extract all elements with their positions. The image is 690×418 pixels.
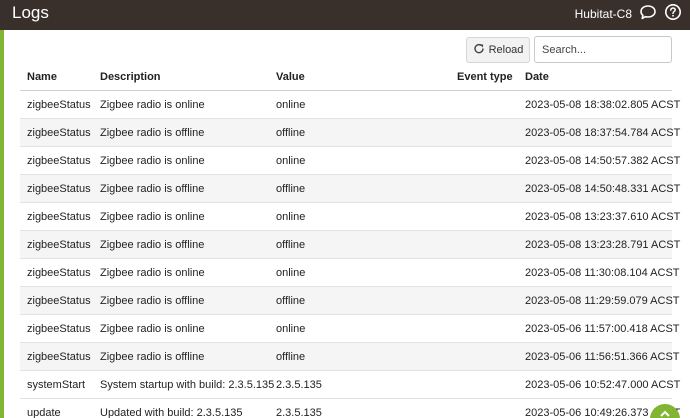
table-row[interactable]: zigbeeStatus Zigbee radio is offline off… bbox=[20, 119, 680, 147]
cell-date: 2023-05-06 11:56:51.366 ACST bbox=[525, 351, 680, 363]
cell-description: Zigbee radio is online bbox=[100, 211, 205, 223]
help-icon[interactable] bbox=[664, 3, 682, 21]
cell-name: zigbeeStatus bbox=[27, 323, 91, 335]
cell-description: Zigbee radio is offline bbox=[100, 239, 205, 251]
cell-date: 2023-05-08 13:23:37.610 ACST bbox=[525, 211, 681, 223]
cell-value: online bbox=[276, 211, 306, 223]
chat-bubble-icon[interactable] bbox=[639, 3, 657, 21]
table-row[interactable]: zigbeeStatus Zigbee radio is online onli… bbox=[20, 203, 680, 231]
cell-date: 2023-05-08 18:37:54.784 ACST bbox=[525, 127, 681, 139]
cell-value: offline bbox=[276, 127, 306, 139]
top-bar: Logs Hubitat-C8 bbox=[0, 0, 690, 30]
table-row[interactable]: systemStart System startup with build: 2… bbox=[20, 371, 680, 399]
cell-description: Zigbee radio is offline bbox=[100, 351, 205, 363]
table-row[interactable]: zigbeeStatus Zigbee radio is offline off… bbox=[20, 231, 680, 259]
cell-name: systemStart bbox=[27, 379, 86, 391]
column-header-date[interactable]: Date bbox=[525, 71, 549, 83]
column-header-name[interactable]: Name bbox=[27, 71, 57, 83]
cell-value: 2.3.5.135 bbox=[276, 407, 322, 418]
reload-button[interactable]: Reload bbox=[466, 37, 530, 63]
chevron-up-icon bbox=[659, 407, 671, 418]
cell-value: online bbox=[276, 267, 306, 279]
cell-description: Zigbee radio is offline bbox=[100, 183, 205, 195]
cell-name: zigbeeStatus bbox=[27, 239, 91, 251]
table-row[interactable]: zigbeeStatus Zigbee radio is offline off… bbox=[20, 287, 680, 315]
cell-name: zigbeeStatus bbox=[27, 99, 91, 111]
cell-value: online bbox=[276, 99, 306, 111]
cell-date: 2023-05-08 11:29:59.079 ACST bbox=[525, 295, 680, 307]
table-row[interactable]: update Updated with build: 2.3.5.135 2.3… bbox=[20, 399, 680, 418]
page-title: Logs bbox=[12, 3, 49, 22]
cell-date: 2023-05-08 18:38:02.805 ACST bbox=[525, 99, 681, 111]
table-row[interactable]: zigbeeStatus Zigbee radio is offline off… bbox=[20, 343, 680, 371]
table-row[interactable]: zigbeeStatus Zigbee radio is online onli… bbox=[20, 315, 680, 343]
cell-value: offline bbox=[276, 239, 306, 251]
cell-date: 2023-05-08 13:23:28.791 ACST bbox=[525, 239, 681, 251]
cell-name: zigbeeStatus bbox=[27, 155, 91, 167]
cell-date: 2023-05-08 11:30:08.104 ACST bbox=[525, 267, 680, 279]
cell-name: zigbeeStatus bbox=[27, 295, 91, 307]
cell-description: Zigbee radio is online bbox=[100, 323, 205, 335]
cell-description: Updated with build: 2.3.5.135 bbox=[100, 407, 243, 418]
cell-description: Zigbee radio is offline bbox=[100, 295, 205, 307]
cell-value: offline bbox=[276, 351, 306, 363]
column-header-event-type[interactable]: Event type bbox=[457, 71, 513, 83]
cell-name: zigbeeStatus bbox=[27, 267, 91, 279]
column-header-value[interactable]: Value bbox=[276, 71, 305, 83]
search-input[interactable] bbox=[534, 36, 672, 63]
cell-name: zigbeeStatus bbox=[27, 351, 91, 363]
column-header-description[interactable]: Description bbox=[100, 71, 161, 83]
cell-date: 2023-05-08 14:50:57.382 ACST bbox=[525, 155, 681, 167]
cell-description: Zigbee radio is offline bbox=[100, 127, 205, 139]
cell-value: 2.3.5.135 bbox=[276, 379, 322, 391]
cell-value: online bbox=[276, 155, 306, 167]
cell-description: Zigbee radio is online bbox=[100, 99, 205, 111]
table-header: Name Description Value Event type Date bbox=[20, 64, 672, 91]
cell-description: System startup with build: 2.3.5.135 bbox=[100, 379, 275, 391]
cell-value: offline bbox=[276, 183, 306, 195]
cell-description: Zigbee radio is online bbox=[100, 267, 205, 279]
table-row[interactable]: zigbeeStatus Zigbee radio is offline off… bbox=[20, 175, 680, 203]
cell-date: 2023-05-08 14:50:48.331 ACST bbox=[525, 183, 681, 195]
hub-name[interactable]: Hubitat-C8 bbox=[575, 7, 632, 21]
table-row[interactable]: zigbeeStatus Zigbee radio is online onli… bbox=[20, 259, 680, 287]
cell-date: 2023-05-06 11:57:00.418 ACST bbox=[525, 323, 680, 335]
refresh-icon bbox=[473, 43, 485, 58]
cell-name: update bbox=[27, 407, 61, 418]
cell-date: 2023-05-06 10:52:47.000 ACST bbox=[525, 379, 681, 391]
reload-label: Reload bbox=[488, 44, 524, 56]
cell-name: zigbeeStatus bbox=[27, 183, 91, 195]
cell-description: Zigbee radio is online bbox=[100, 155, 205, 167]
table-row[interactable]: zigbeeStatus Zigbee radio is online onli… bbox=[20, 91, 680, 119]
cell-value: offline bbox=[276, 295, 306, 307]
cell-name: zigbeeStatus bbox=[27, 211, 91, 223]
cell-name: zigbeeStatus bbox=[27, 127, 91, 139]
table-row[interactable]: zigbeeStatus Zigbee radio is online onli… bbox=[20, 147, 680, 175]
cell-value: online bbox=[276, 323, 306, 335]
